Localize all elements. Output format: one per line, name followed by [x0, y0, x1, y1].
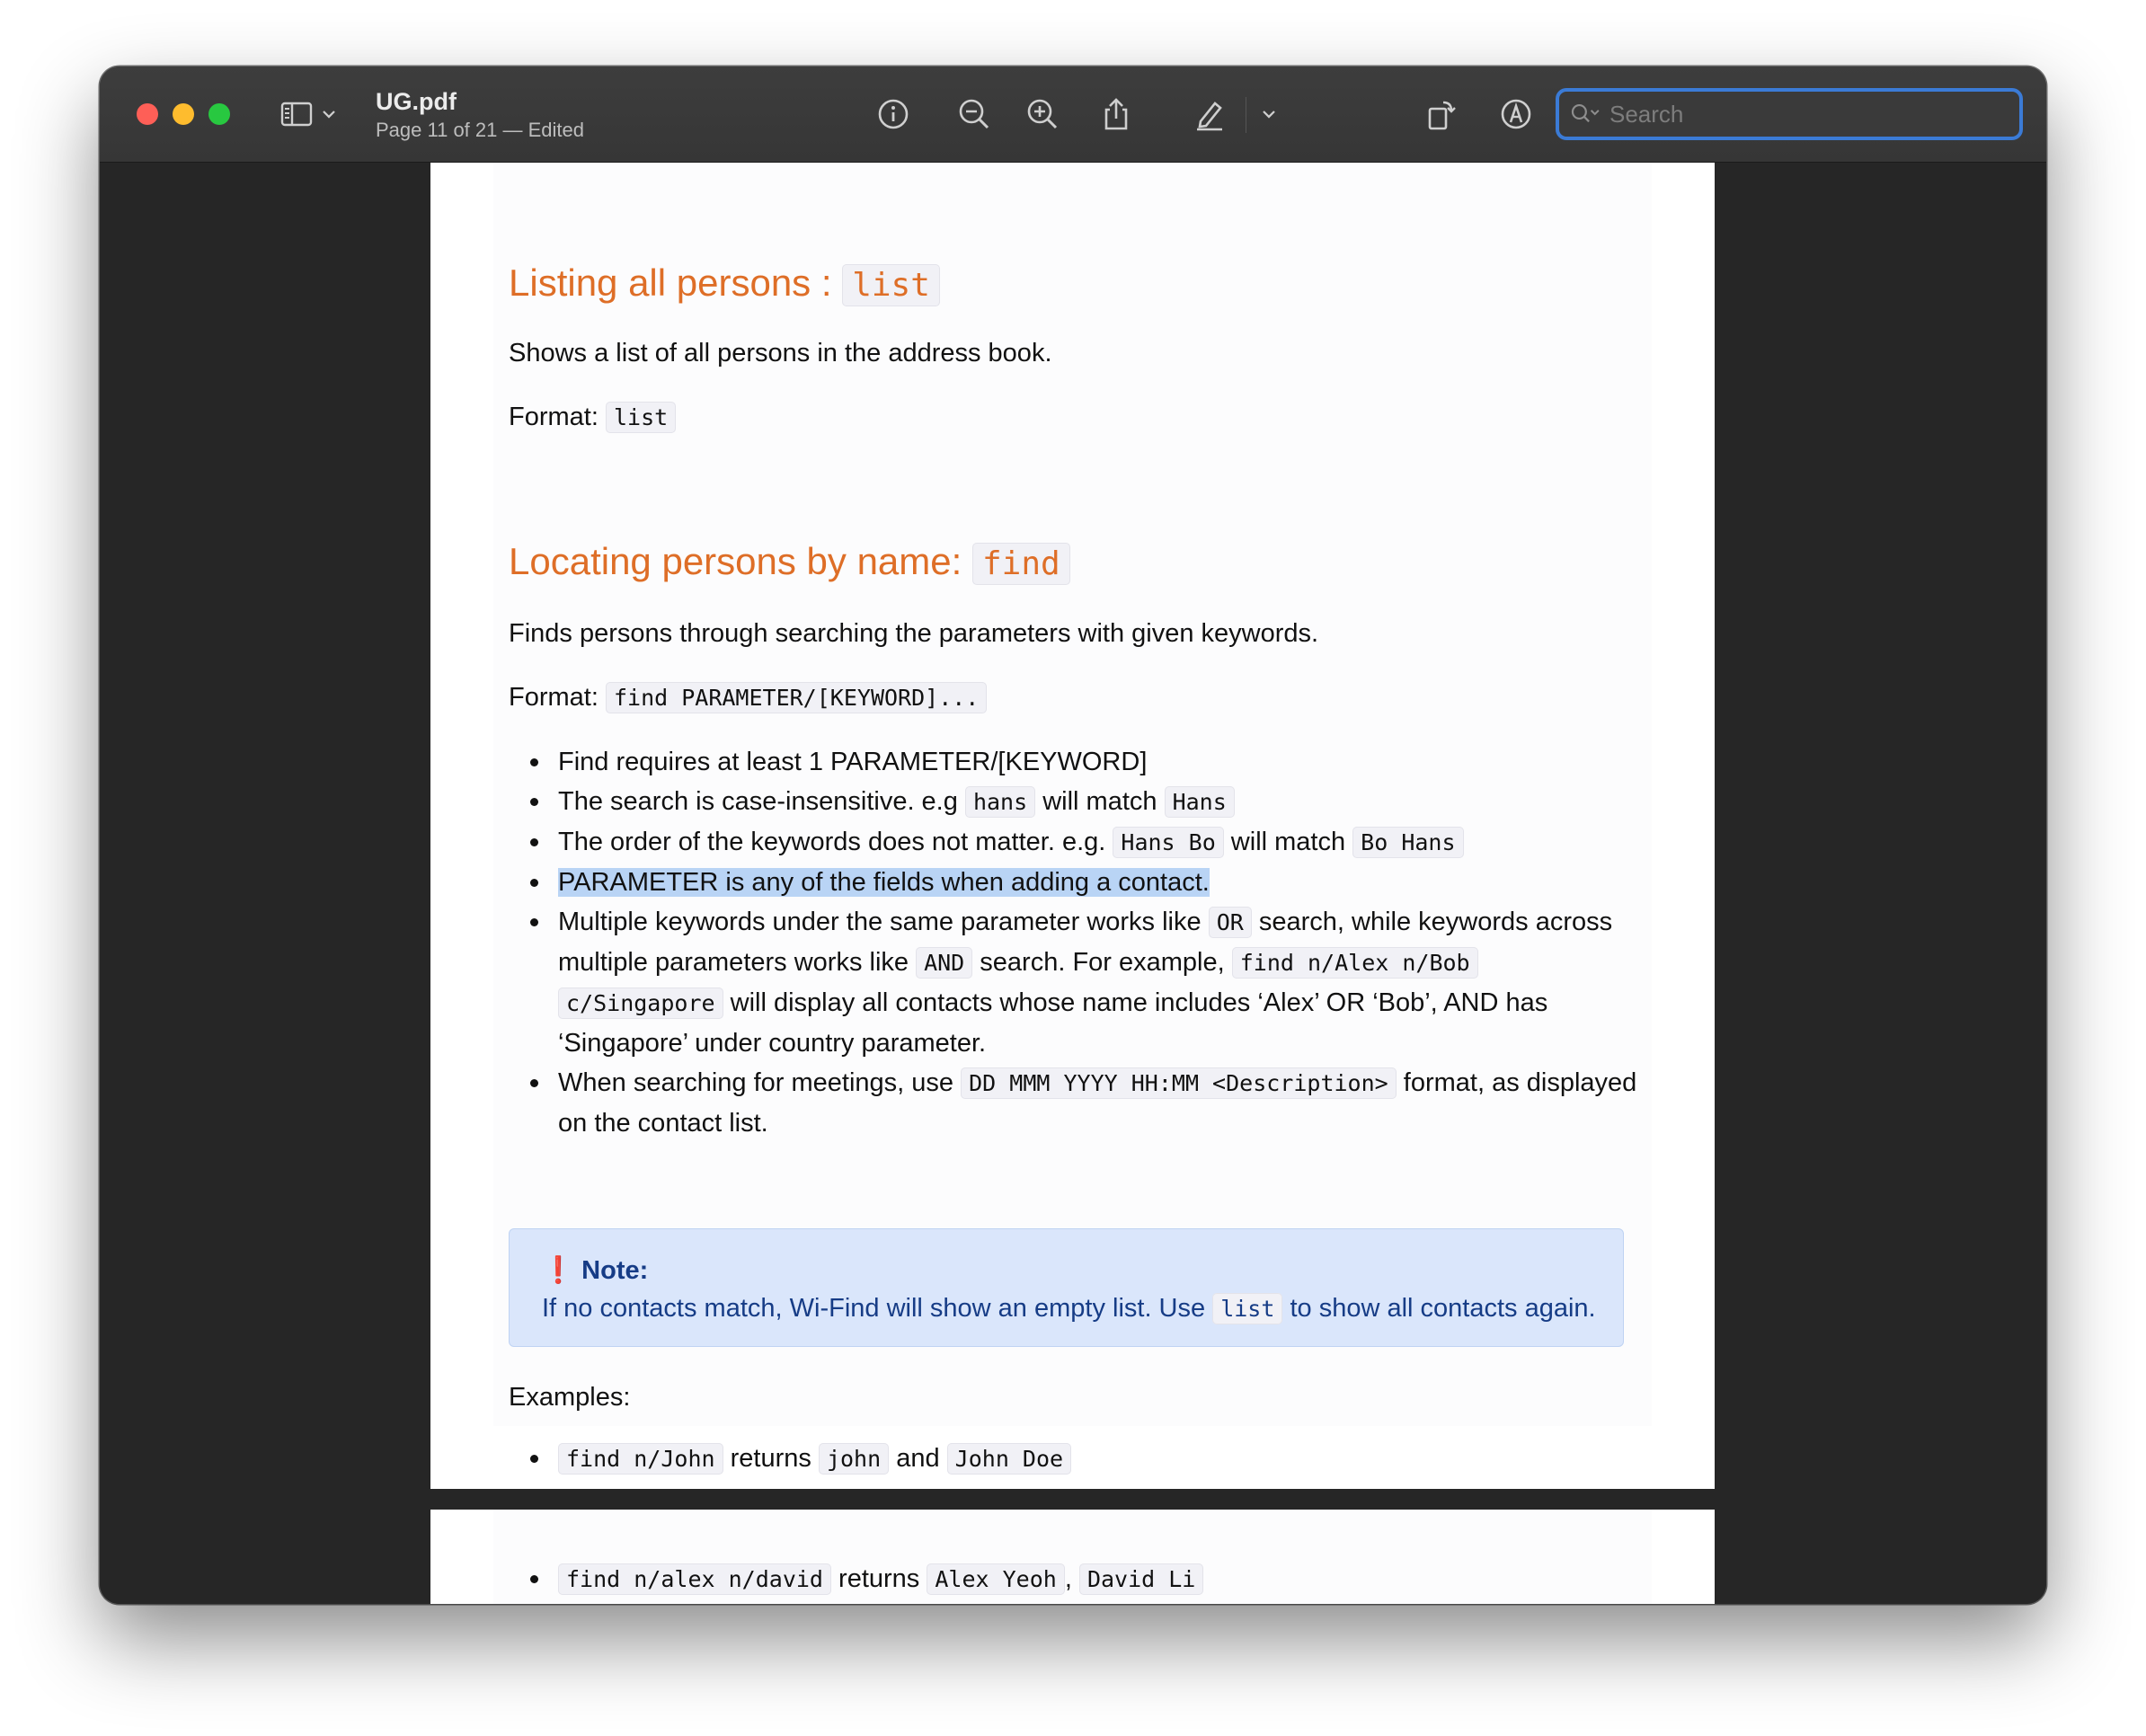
sidebar-toggle-icon[interactable] — [276, 93, 317, 135]
format-line: Format: list — [509, 397, 677, 438]
inline-code: find n/Alex n/Bob — [1231, 947, 1478, 979]
format-code: find PARAMETER/[KEYWORD]... — [605, 682, 988, 713]
close-button[interactable] — [137, 103, 158, 125]
document-viewer[interactable]: Listing all persons : list Shows a list … — [100, 163, 2046, 1604]
format-line: Format: find PARAMETER/[KEYWORD]... — [509, 678, 988, 718]
inline-code: c/Singapore — [558, 988, 723, 1019]
section-description: Shows a list of all persons in the addre… — [509, 339, 1052, 368]
list-item: The order of the keywords does not matte… — [509, 822, 1641, 863]
info-icon[interactable] — [873, 93, 914, 135]
inline-code: DD MMM YYYY HH:MM <Description> — [961, 1067, 1397, 1099]
inline-code: john — [818, 1443, 890, 1475]
examples-list-continued: find n/alex n/david returns Alex Yeoh, D… — [509, 1559, 1641, 1599]
exclamation-icon: ❗ — [542, 1256, 575, 1285]
heading-code: list — [842, 264, 940, 306]
chevron-down-icon[interactable] — [315, 93, 342, 135]
section-heading-list: Listing all persons : list — [509, 261, 940, 306]
inline-code: list — [1212, 1293, 1283, 1324]
pdf-page: Listing all persons : list Shows a list … — [430, 163, 1715, 1489]
inline-code: Bo Hans — [1352, 827, 1464, 858]
inline-code: OR — [1208, 907, 1252, 938]
list-item-selected: PARAMETER is any of the fields when addi… — [509, 863, 1641, 902]
selected-text[interactable]: PARAMETER is any of the fields when addi… — [558, 868, 1210, 897]
heading-code: find — [971, 543, 1070, 585]
inline-code: find n/alex n/david — [558, 1563, 831, 1595]
inline-code: Alex Yeoh — [927, 1563, 1065, 1595]
note-title: ❗ Note: — [542, 1256, 649, 1285]
section-heading-find: Locating persons by name: find — [509, 540, 1070, 585]
inline-code: John Doe — [946, 1443, 1072, 1475]
page-content: Listing all persons : list Shows a list … — [493, 163, 1652, 1475]
format-code: list — [605, 402, 677, 433]
inline-code: David Li — [1078, 1563, 1204, 1595]
search-input[interactable] — [1608, 99, 2007, 129]
document-title[interactable]: UG.pdf — [376, 88, 457, 116]
examples-label: Examples: — [509, 1383, 631, 1412]
list-item: The search is case-insensitive. e.g hans… — [509, 782, 1641, 822]
note-text: If no contacts match, Wi-Find will show … — [542, 1293, 1596, 1324]
rotate-icon[interactable] — [1421, 93, 1462, 135]
zoom-out-icon[interactable] — [953, 93, 995, 135]
page-content: find n/alex n/david returns Alex Yeoh, D… — [493, 1510, 1652, 1604]
list-item: Find requires at least 1 PARAMETER/[KEYW… — [509, 742, 1641, 782]
list-item: find n/John returns john and John Doe — [509, 1439, 1641, 1479]
search-icon — [1571, 104, 1600, 123]
search-field[interactable] — [1556, 88, 2023, 140]
list-item: When searching for meetings, use DD MMM … — [509, 1063, 1641, 1143]
inline-code: Hans — [1164, 786, 1235, 818]
document-subtitle: Page 11 of 21 — Edited — [376, 119, 584, 141]
list-item: Multiple keywords under the same paramet… — [509, 902, 1641, 1063]
list-item: find n/alex n/david returns Alex Yeoh, D… — [509, 1559, 1641, 1599]
fullscreen-button[interactable] — [208, 103, 230, 125]
preview-window: UG.pdf Page 11 of 21 — Edited Search Lis… — [100, 66, 2046, 1604]
inline-code: find n/John — [558, 1443, 723, 1475]
markup-icon[interactable] — [1495, 93, 1537, 135]
minimize-button[interactable] — [173, 103, 194, 125]
markup-chevron-icon[interactable] — [1255, 93, 1282, 135]
highlight-pen-icon[interactable] — [1189, 93, 1230, 135]
titlebar: UG.pdf Page 11 of 21 — Edited — [100, 66, 2046, 163]
note-callout: ❗ Note: If no contacts match, Wi-Find wi… — [509, 1228, 1624, 1347]
inline-code: Hans Bo — [1113, 827, 1224, 858]
zoom-in-icon[interactable] — [1022, 93, 1063, 135]
inline-code: AND — [916, 947, 973, 979]
inline-code: hans — [964, 786, 1036, 818]
examples-list: find n/John returns john and John Doe — [509, 1439, 1641, 1479]
section-description: Finds persons through searching the para… — [509, 619, 1319, 648]
pdf-page: find n/alex n/david returns Alex Yeoh, D… — [430, 1510, 1715, 1604]
share-icon[interactable] — [1095, 93, 1137, 135]
find-rules-list: Find requires at least 1 PARAMETER/[KEYW… — [509, 742, 1641, 1143]
